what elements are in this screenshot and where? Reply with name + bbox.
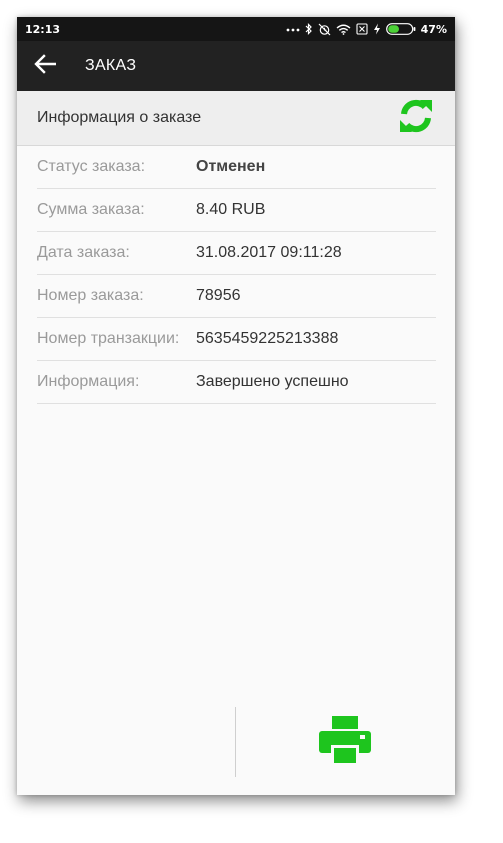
print-button[interactable] (315, 715, 375, 769)
info-row-information: Информация: Завершено успешно (37, 361, 436, 404)
battery-percent: 47% (420, 22, 447, 36)
info-row-date: Дата заказа: 31.08.2017 09:11:28 (37, 232, 436, 275)
printer-icon (318, 715, 372, 770)
bluetooth-icon (305, 23, 313, 35)
arrow-left-icon (34, 53, 57, 79)
amount-value: 8.40 RUB (196, 201, 266, 218)
info-row-order-number: Номер заказа: 78956 (37, 275, 436, 318)
date-label: Дата заказа: (37, 244, 130, 261)
section-title: Информация о заказе (37, 109, 202, 126)
phone-screen: 12:13 47% ЗАКАЗ Информация о заказе Стат… (17, 17, 455, 795)
refresh-button[interactable] (395, 97, 437, 139)
page-title: ЗАКАЗ (85, 57, 137, 74)
info-row-status: Статус заказа: Отменен (37, 146, 436, 189)
date-value: 31.08.2017 09:11:28 (196, 244, 342, 261)
more-dots-icon (286, 26, 300, 32)
refresh-icon (396, 96, 436, 141)
wifi-icon (336, 24, 351, 35)
battery-icon (385, 23, 416, 35)
info-row-transaction: Номер транзакции: 5635459225213388 (37, 318, 436, 361)
status-label: Статус заказа: (37, 158, 146, 175)
order-info-list: Статус заказа: Отменен Сумма заказа: 8.4… (37, 146, 436, 404)
charging-icon (373, 23, 381, 35)
sim-off-icon (356, 23, 368, 35)
status-value: Отменен (196, 158, 266, 175)
order-number-label: Номер заказа: (37, 287, 144, 304)
status-bar: 12:13 47% (17, 17, 455, 41)
transaction-value: 5635459225213388 (196, 330, 339, 347)
status-time: 12:13 (25, 22, 61, 36)
amount-label: Сумма заказа: (37, 201, 145, 218)
transaction-label: Номер транзакции: (37, 330, 180, 347)
info-row-amount: Сумма заказа: 8.40 RUB (37, 189, 436, 232)
section-header: Информация о заказе (17, 91, 455, 146)
information-label: Информация: (37, 373, 140, 390)
order-number-value: 78956 (196, 287, 241, 304)
footer-divider (235, 707, 236, 777)
alarm-off-icon (318, 23, 331, 36)
information-value: Завершено успешно (196, 373, 349, 390)
back-button[interactable] (19, 41, 71, 91)
app-bar: ЗАКАЗ (17, 41, 455, 91)
status-icons: 47% (286, 23, 447, 36)
